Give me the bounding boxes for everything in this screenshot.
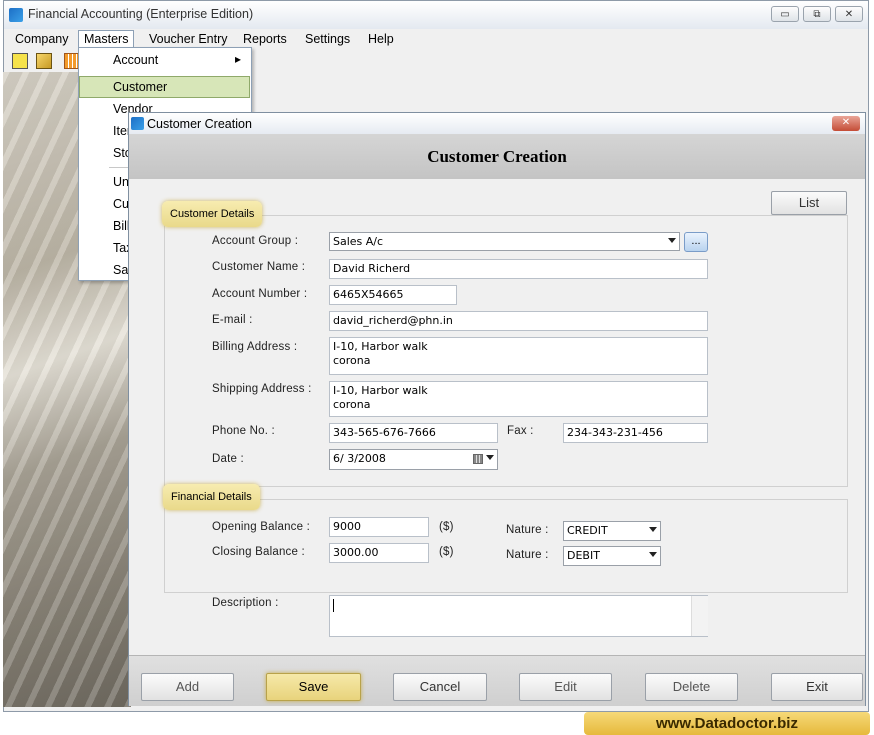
customer-details-legend: Customer Details xyxy=(162,201,263,227)
dialog-heading: Customer Creation xyxy=(427,147,567,166)
close-button[interactable]: ✕ xyxy=(835,6,863,22)
dialog-close-button[interactable]: ✕ xyxy=(832,116,860,131)
account-number-label: Account Number : xyxy=(212,288,308,300)
dialog-title: Customer Creation xyxy=(147,117,252,131)
closing-balance-label: Closing Balance : xyxy=(212,546,305,558)
menu-help[interactable]: Help xyxy=(363,31,399,48)
nature-closing-select[interactable]: DEBIT xyxy=(563,546,661,566)
description-scrollbar[interactable] xyxy=(691,596,708,636)
text-cursor xyxy=(333,599,334,612)
phone-input[interactable]: 343-565-676-7666 xyxy=(329,423,498,443)
menu-company[interactable]: Company xyxy=(10,31,74,48)
description-label: Description : xyxy=(212,597,279,609)
date-value: 6/ 3/2008 xyxy=(333,452,386,465)
menu-bar: Company Masters Voucher Entry Reports Se… xyxy=(4,29,868,49)
app-title: Financial Accounting (Enterprise Edition… xyxy=(28,7,254,21)
dialog-title-bar: Customer Creation ✕ xyxy=(129,113,865,134)
menu-item-account[interactable]: Account xyxy=(113,50,158,70)
restore-button[interactable]: ⧉ xyxy=(803,6,831,22)
new-document-icon[interactable] xyxy=(12,53,28,69)
menu-item-customer[interactable]: Customer xyxy=(113,77,167,97)
nature-opening-label: Nature : xyxy=(506,524,549,536)
menu-voucher-entry[interactable]: Voucher Entry xyxy=(144,31,233,48)
cancel-button[interactable]: Cancel xyxy=(393,673,487,701)
opening-balance-input[interactable]: 9000 xyxy=(329,517,429,537)
website-banner: www.Datadoctor.biz xyxy=(584,712,870,735)
date-picker[interactable]: 6/ 3/2008 xyxy=(329,449,498,470)
dialog-body: List Customer Details Account Group : Sa… xyxy=(129,179,865,655)
title-bar: Financial Accounting (Enterprise Edition… xyxy=(4,1,868,29)
delete-button[interactable]: Delete xyxy=(645,673,738,701)
menu-reports[interactable]: Reports xyxy=(238,31,292,48)
email-label: E-mail : xyxy=(212,314,253,326)
shipping-address-label: Shipping Address : xyxy=(212,383,312,395)
chevron-down-icon xyxy=(668,238,676,243)
billing-address-label: Billing Address : xyxy=(212,341,298,353)
dialog-app-icon xyxy=(131,117,144,130)
email-input[interactable]: david_richerd@phn.in xyxy=(329,311,708,331)
list-button[interactable]: List xyxy=(771,191,847,215)
browse-account-group-button[interactable]: ... xyxy=(684,232,708,252)
customer-creation-dialog: Customer Creation ✕ Customer Creation Li… xyxy=(128,112,866,706)
open-folder-icon[interactable] xyxy=(36,53,52,69)
submenu-arrow-icon: ▸ xyxy=(235,52,242,66)
fax-label: Fax : xyxy=(507,425,534,437)
app-icon xyxy=(9,8,23,22)
nature-closing-value: DEBIT xyxy=(567,549,600,562)
chevron-down-icon xyxy=(649,552,657,557)
calendar-icon xyxy=(473,454,483,464)
menu-masters[interactable]: Masters xyxy=(78,30,135,48)
financial-details-legend: Financial Details xyxy=(163,484,260,510)
shipping-address-input[interactable]: I-10, Harbor walk corona xyxy=(329,381,708,417)
nature-opening-select[interactable]: CREDIT xyxy=(563,521,661,541)
account-group-select[interactable]: Sales A/c xyxy=(329,232,680,251)
menu-item-unit[interactable]: Un xyxy=(113,172,129,192)
account-number-input[interactable]: 6465X54665 xyxy=(329,285,457,305)
account-group-value: Sales A/c xyxy=(333,235,384,248)
description-input[interactable] xyxy=(329,595,708,637)
chevron-down-icon xyxy=(486,455,494,460)
edit-button[interactable]: Edit xyxy=(519,673,612,701)
save-button[interactable]: Save xyxy=(266,673,361,701)
menu-settings[interactable]: Settings xyxy=(300,31,355,48)
date-label: Date : xyxy=(212,453,244,465)
nature-opening-value: CREDIT xyxy=(567,524,608,537)
dialog-footer: Add Save Cancel Edit Delete Exit xyxy=(129,655,865,706)
customer-name-label: Customer Name : xyxy=(212,261,306,273)
exit-button[interactable]: Exit xyxy=(771,673,863,701)
opening-balance-unit: ($) xyxy=(439,521,454,533)
minimize-button[interactable]: ▭ xyxy=(771,6,799,22)
opening-balance-label: Opening Balance : xyxy=(212,521,311,533)
fax-input[interactable]: 234-343-231-456 xyxy=(563,423,708,443)
add-button[interactable]: Add xyxy=(141,673,234,701)
account-group-label: Account Group : xyxy=(212,235,299,247)
nature-closing-label: Nature : xyxy=(506,549,549,561)
closing-balance-input[interactable]: 3000.00 xyxy=(329,543,429,563)
customer-name-input[interactable]: David Richerd xyxy=(329,259,708,279)
closing-balance-unit: ($) xyxy=(439,546,454,558)
billing-address-input[interactable]: I-10, Harbor walk corona xyxy=(329,337,708,375)
phone-label: Phone No. : xyxy=(212,425,275,437)
chevron-down-icon xyxy=(649,527,657,532)
dialog-header: Customer Creation xyxy=(129,134,865,179)
